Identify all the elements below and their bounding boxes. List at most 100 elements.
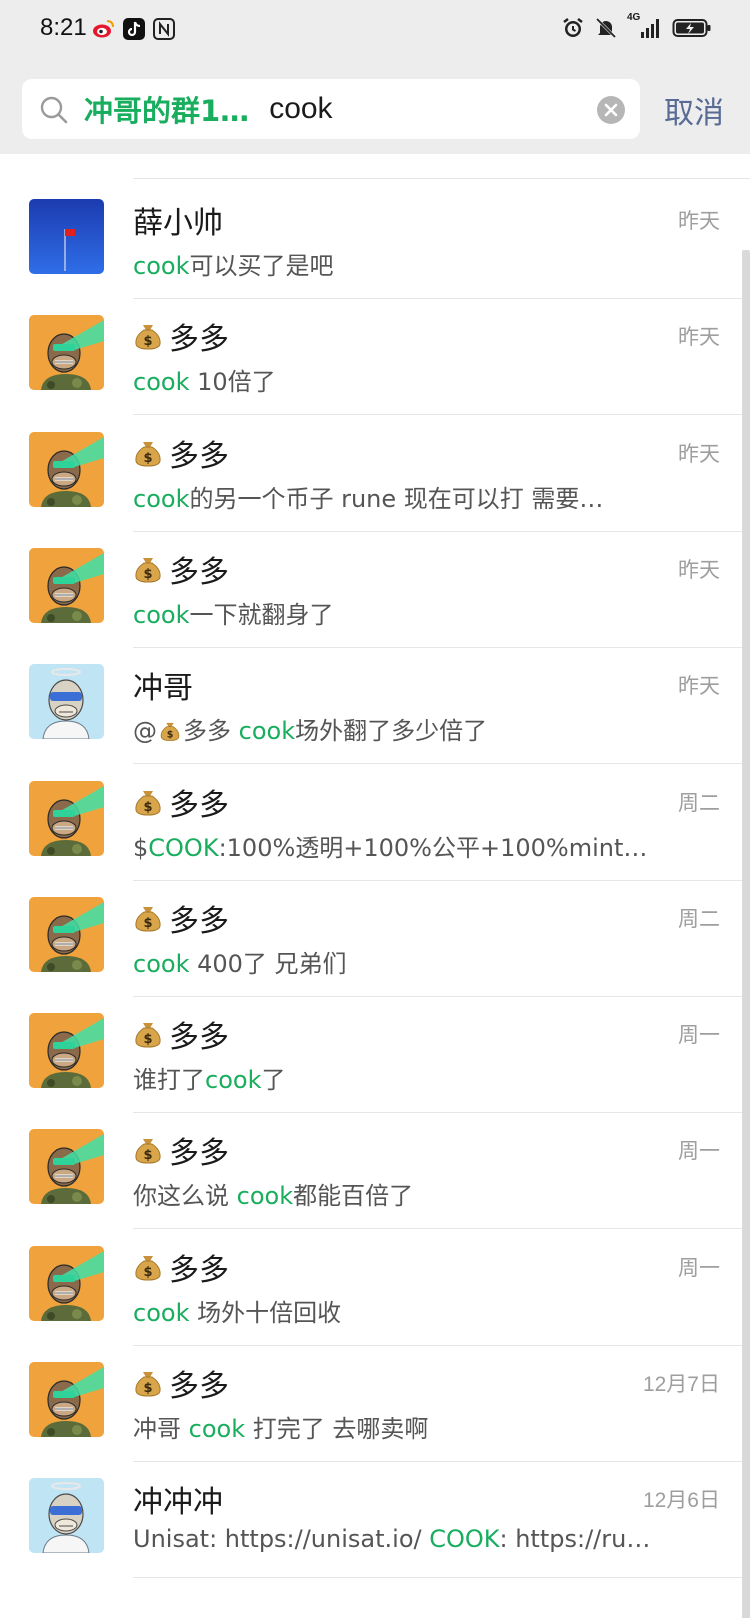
snippet-text: 一下就翻身了 bbox=[189, 600, 334, 629]
sender-name-text: 多多 bbox=[169, 1369, 229, 1404]
keyword-highlight: cook bbox=[238, 717, 296, 746]
search-scope-chip[interactable]: 冲哥的群1… bbox=[84, 88, 249, 130]
avatar[interactable] bbox=[29, 780, 104, 856]
alarm-icon bbox=[561, 16, 585, 40]
search-query-text[interactable]: cook bbox=[269, 92, 332, 126]
sender-name: $ 多多 bbox=[133, 896, 229, 940]
network-type-label: 4G bbox=[627, 12, 641, 23]
svg-text:$: $ bbox=[167, 730, 174, 741]
avatar[interactable] bbox=[29, 1362, 104, 1437]
snippet-text: 场外十倍回收 bbox=[189, 1298, 342, 1327]
avatar[interactable] bbox=[29, 1129, 104, 1205]
keyword-highlight: cook bbox=[133, 949, 190, 978]
result-row[interactable]: 冲冲冲 12月6日 Unisat: https://unisat.io/ COOK:… bbox=[0, 1458, 750, 1579]
money-bag-icon: $ bbox=[159, 720, 181, 742]
svg-text:$: $ bbox=[143, 1265, 152, 1280]
sender-name: 冲冲冲 bbox=[133, 1477, 223, 1521]
scrollbar[interactable] bbox=[742, 250, 750, 1618]
sender-name-text: 多多 bbox=[169, 322, 229, 358]
result-row[interactable]: $ 多多 周二 $COOK:100%透明+100%公平+100%mint… bbox=[0, 761, 750, 881]
keyword-highlight: cook bbox=[133, 1298, 190, 1327]
snippet-text: $ bbox=[133, 833, 149, 862]
message-date: 昨天 bbox=[678, 675, 720, 699]
svg-text:$: $ bbox=[143, 334, 152, 349]
sender-name: $ 多多 bbox=[133, 1361, 229, 1405]
message-snippet: cook 10倍了 bbox=[133, 362, 653, 397]
result-row[interactable]: $ 多多 昨天 cook一下就翻身了 bbox=[0, 528, 750, 648]
result-row[interactable]: $ 多多 周一你这么说 cook都能百倍了 bbox=[0, 1109, 750, 1230]
sender-name-text: 多多 bbox=[169, 438, 229, 474]
message-snippet: 你这么说 cook都能百倍了 bbox=[133, 1176, 653, 1211]
result-row[interactable]: 冲哥 昨天 @ $ 多多 cook场外翻了多少倍了 bbox=[0, 644, 750, 765]
message-date: 昨天 bbox=[678, 442, 720, 466]
message-snippet: Unisat: https://unisat.io/ COOK: https:/… bbox=[133, 1525, 653, 1553]
message-snippet: cook 场外十倍回收 bbox=[133, 1293, 653, 1328]
money-bag-icon: $ bbox=[133, 1368, 163, 1398]
cancel-button[interactable]: 取消 bbox=[664, 88, 724, 132]
sender-name-text: 多多 bbox=[169, 1020, 229, 1056]
message-snippet: cook的另一个币子 rune 现在可以打 需要… bbox=[133, 479, 653, 514]
search-input[interactable]: 冲哥的群1… cook bbox=[22, 79, 640, 139]
sender-name: $ 多多 bbox=[133, 1012, 229, 1056]
keyword-highlight: cook bbox=[236, 1182, 294, 1211]
money-bag-icon: $ bbox=[133, 787, 163, 817]
snippet-text: 谁打了 bbox=[133, 1066, 205, 1095]
avatar[interactable] bbox=[29, 1478, 104, 1554]
result-row[interactable]: $ 多多 12月7日 冲哥 cook 打完了 去哪卖啊 bbox=[0, 1342, 750, 1462]
sender-name-text: 冲哥 bbox=[133, 671, 193, 707]
snippet-text: 打完了 去哪卖啊 bbox=[245, 1415, 429, 1443]
sender-name-text: 多多 bbox=[169, 903, 229, 939]
snippet-text: 的另一个币子 rune 现在可以打 需要… bbox=[189, 484, 604, 513]
sender-name: $ 多多 bbox=[133, 1128, 229, 1172]
svg-text:$: $ bbox=[143, 800, 152, 815]
svg-text:$: $ bbox=[143, 1148, 152, 1163]
message-snippet: cook一下就翻身了 bbox=[133, 595, 653, 630]
mute-icon bbox=[594, 16, 618, 40]
avatar[interactable] bbox=[29, 315, 104, 391]
message-date: 周一 bbox=[678, 1140, 720, 1164]
result-row[interactable]: 薛小帅 昨天 cook可以买了是吧 bbox=[0, 179, 750, 299]
snippet-text: 场外翻了多少倍了 bbox=[295, 717, 488, 746]
money-bag-icon: $ bbox=[133, 903, 163, 933]
keyword-highlight: cook bbox=[133, 252, 190, 280]
avatar[interactable] bbox=[29, 1245, 104, 1321]
sender-name-text: 多多 bbox=[169, 787, 229, 823]
clear-icon[interactable] bbox=[596, 95, 626, 125]
snippet-text: 多多 bbox=[183, 717, 239, 746]
snippet-text: :100%透明+100%公平+100%mint… bbox=[218, 833, 648, 862]
keyword-highlight: COOK bbox=[429, 1525, 500, 1554]
avatar[interactable] bbox=[29, 431, 104, 507]
sender-name: $ 多多 bbox=[133, 314, 229, 358]
money-bag-icon: $ bbox=[133, 438, 163, 468]
notification-icons bbox=[92, 17, 176, 41]
message-snippet: @ $ 多多 cook场外翻了多少倍了 bbox=[133, 711, 653, 746]
snippet-text: : https://ru… bbox=[499, 1525, 651, 1554]
snippet-text: @ bbox=[133, 717, 157, 746]
keyword-highlight: cook bbox=[133, 484, 190, 513]
weibo-icon bbox=[92, 17, 116, 41]
avatar[interactable] bbox=[29, 547, 104, 623]
result-row[interactable]: $ 多多 周二 cook 400了 兄弟们 bbox=[0, 877, 750, 997]
result-row[interactable]: $ 多多 周一 cook 场外十倍回收 bbox=[0, 1226, 750, 1346]
divider bbox=[133, 1577, 750, 1579]
svg-text:$: $ bbox=[143, 1381, 152, 1396]
svg-text:$: $ bbox=[143, 916, 152, 931]
message-snippet: cook 400了 兄弟们 bbox=[133, 944, 653, 979]
keyword-highlight: COOK bbox=[148, 833, 219, 862]
svg-text:$: $ bbox=[143, 567, 152, 582]
avatar[interactable] bbox=[29, 199, 104, 274]
message-date: 周二 bbox=[678, 791, 720, 815]
result-row[interactable]: $ 多多 周一 谁打了cook了 bbox=[0, 993, 750, 1114]
avatar[interactable] bbox=[29, 896, 104, 972]
snippet-text: 你这么说 bbox=[133, 1182, 237, 1211]
result-row[interactable]: $ 多多 昨天 cook 10倍了 bbox=[0, 295, 750, 416]
result-row[interactable]: $ 多多 昨天 cook的另一个币子 rune 现在可以打 需要… bbox=[0, 412, 750, 532]
avatar[interactable] bbox=[29, 1013, 104, 1089]
sender-name-text: 冲冲冲 bbox=[133, 1485, 223, 1521]
search-results-list[interactable]: 薛小帅 昨天 cook可以买了是吧 $ 多多 昨天 cook 10倍了 $ 多多 昨天 cook的另… bbox=[0, 154, 750, 1618]
message-snippet: 冲哥 cook 打完了 去哪卖啊 bbox=[133, 1409, 653, 1444]
sender-name: $ 多多 bbox=[133, 780, 229, 824]
sender-name: 薛小帅 bbox=[133, 198, 223, 242]
search-icon bbox=[40, 96, 68, 124]
avatar[interactable] bbox=[29, 664, 104, 740]
